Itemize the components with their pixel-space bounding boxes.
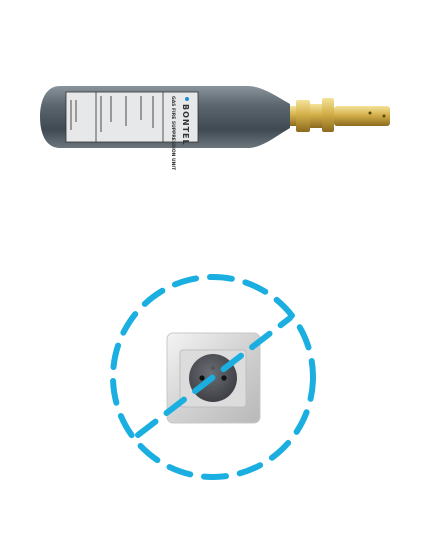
valve-nut xyxy=(296,100,310,132)
cylinder-label xyxy=(65,91,199,143)
prohibited-icon xyxy=(110,274,316,480)
illustration: GAS FIRE SUPPRESSION UNIT BONTEL xyxy=(40,86,390,480)
cylinder-brand: BONTEL xyxy=(181,104,190,146)
valve-outlet xyxy=(334,106,390,126)
gas-cylinder: GAS FIRE SUPPRESSION UNIT BONTEL xyxy=(40,86,390,171)
bontel-drop-icon xyxy=(185,97,189,101)
cylinder-product-line: GAS FIRE SUPPRESSION UNIT xyxy=(170,96,176,171)
valve-neck xyxy=(290,106,296,126)
